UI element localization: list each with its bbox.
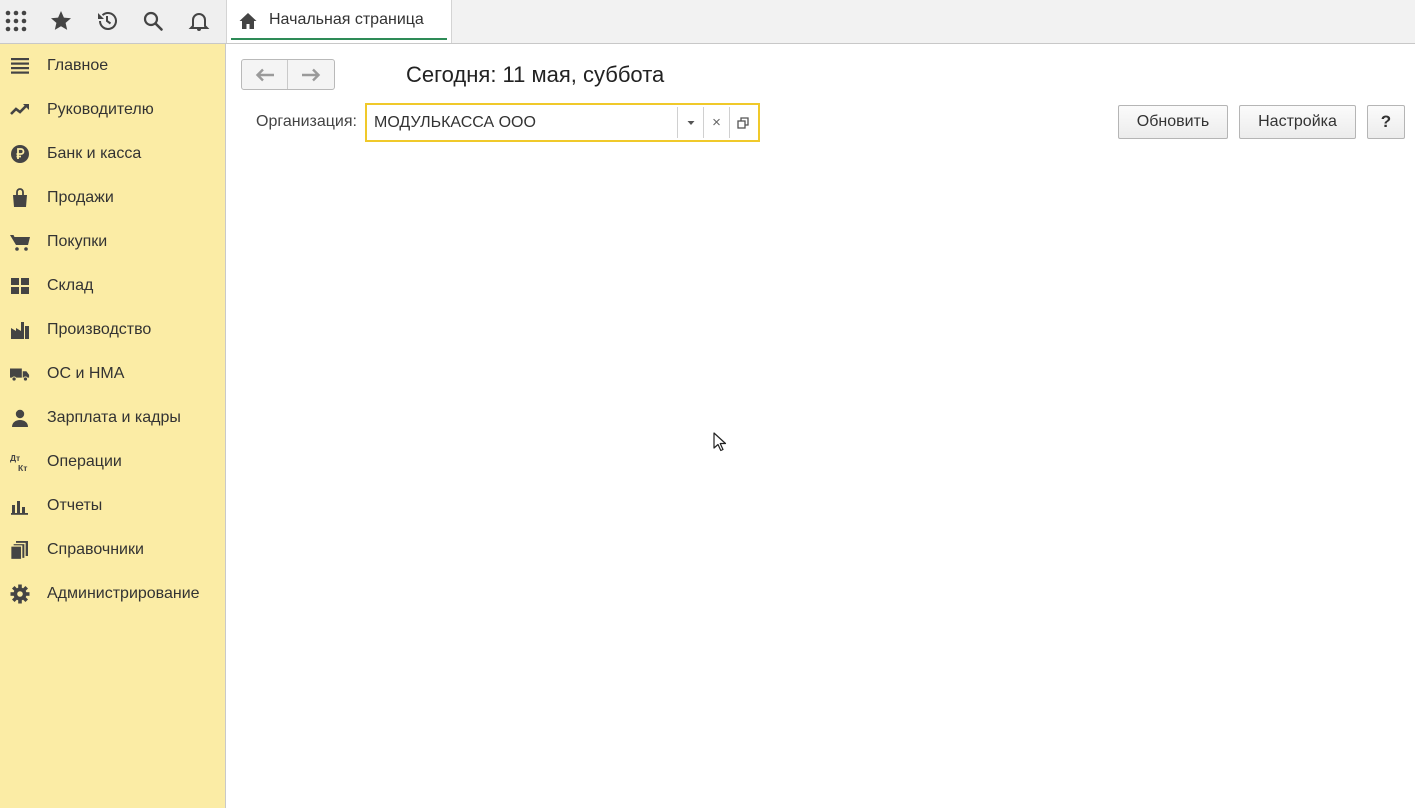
home-icon — [238, 11, 258, 31]
apps-grid-icon[interactable] — [1, 6, 31, 36]
sidebar-item-label: Администрирование — [47, 585, 200, 602]
gear-icon — [10, 584, 30, 604]
organization-label: Организация: — [256, 113, 357, 130]
close-icon: × — [712, 114, 721, 131]
books-icon — [10, 540, 30, 560]
truck-icon — [10, 364, 30, 384]
forward-button[interactable] — [288, 60, 334, 89]
refresh-button[interactable]: Обновить — [1118, 105, 1228, 139]
sidebar-item-label: Отчеты — [47, 497, 103, 514]
sidebar-item-label: Склад — [47, 277, 94, 294]
sidebar-item-label: Банк и касса — [47, 145, 142, 162]
factory-icon — [10, 320, 30, 340]
clear-button[interactable]: × — [703, 107, 729, 138]
sidebar-item-label: ОС и НМА — [47, 365, 125, 382]
sidebar-item-bank-cash[interactable]: Банк и касса — [0, 132, 225, 176]
sidebar-item-sales[interactable]: Продажи — [0, 176, 225, 220]
favorites-star-icon[interactable] — [46, 6, 76, 36]
cart-icon — [10, 232, 30, 252]
sidebar-item-warehouse[interactable]: Склад — [0, 264, 225, 308]
person-icon — [10, 408, 30, 428]
dropdown-button[interactable] — [677, 107, 703, 138]
organization-field[interactable]: МОДУЛЬКАССА ООО × — [365, 103, 760, 142]
svg-text:Дт: Дт — [10, 453, 20, 463]
sidebar-item-operations[interactable]: Дт Кт Операции — [0, 440, 225, 484]
tab-label: Начальная страница — [269, 11, 424, 28]
tab-home-page[interactable]: Начальная страница — [226, 0, 452, 43]
sidebar-item-label: Справочники — [47, 541, 144, 558]
organization-value[interactable]: МОДУЛЬКАССА ООО — [374, 114, 536, 132]
help-button[interactable]: ? — [1367, 105, 1405, 139]
sidebar-item-administration[interactable]: Администрирование — [0, 572, 225, 616]
sidebar-item-reports[interactable]: Отчеты — [0, 484, 225, 528]
warehouse-grid-icon — [10, 276, 30, 296]
settings-button[interactable]: Настройка — [1239, 105, 1356, 139]
sidebar-item-label: Руководителю — [47, 101, 154, 118]
sidebar-item-label: Главное — [47, 57, 109, 74]
top-toolbar — [0, 0, 226, 43]
back-button[interactable] — [242, 60, 288, 89]
shopping-bag-icon — [10, 188, 30, 208]
top-bar: Начальная страница — [0, 0, 1415, 44]
open-button[interactable] — [729, 107, 755, 138]
bar-chart-icon — [10, 496, 30, 516]
history-icon[interactable] — [92, 6, 122, 36]
sidebar-item-purchases[interactable]: Покупки — [0, 220, 225, 264]
sidebar-item-production[interactable]: Производство — [0, 308, 225, 352]
ruble-coin-icon — [10, 144, 30, 164]
trend-chart-icon — [10, 100, 30, 120]
sidebar-item-fixed-assets[interactable]: ОС и НМА — [0, 352, 225, 396]
notifications-bell-icon[interactable] — [184, 6, 214, 36]
sidebar-item-salary-hr[interactable]: Зарплата и кадры — [0, 396, 225, 440]
sidebar-item-label: Производство — [47, 321, 152, 338]
sidebar-item-directories[interactable]: Справочники — [0, 528, 225, 572]
arrow-left-icon — [255, 68, 274, 81]
menu-lines-icon — [10, 56, 30, 76]
sidebar-item-manager[interactable]: Руководителю — [0, 88, 225, 132]
sidebar: Главное Руководителю Банк и касса Продаж… — [0, 44, 226, 808]
sidebar-item-label: Покупки — [47, 233, 108, 250]
arrow-right-icon — [302, 68, 321, 81]
debit-credit-icon: Дт Кт — [10, 452, 30, 472]
svg-text:Кт: Кт — [18, 463, 27, 472]
sidebar-item-main[interactable]: Главное — [0, 44, 225, 88]
search-icon[interactable] — [138, 6, 168, 36]
active-tab-indicator — [231, 38, 447, 40]
page-title: Сегодня: 11 мая, суббота — [406, 62, 665, 87]
sidebar-item-label: Продажи — [47, 189, 114, 206]
sidebar-item-label: Зарплата и кадры — [47, 409, 181, 426]
sidebar-item-label: Операции — [47, 453, 122, 470]
mouse-cursor-icon — [713, 432, 727, 452]
chevron-down-icon — [687, 120, 694, 125]
open-window-icon — [736, 116, 749, 129]
navigation-buttons — [241, 59, 335, 90]
